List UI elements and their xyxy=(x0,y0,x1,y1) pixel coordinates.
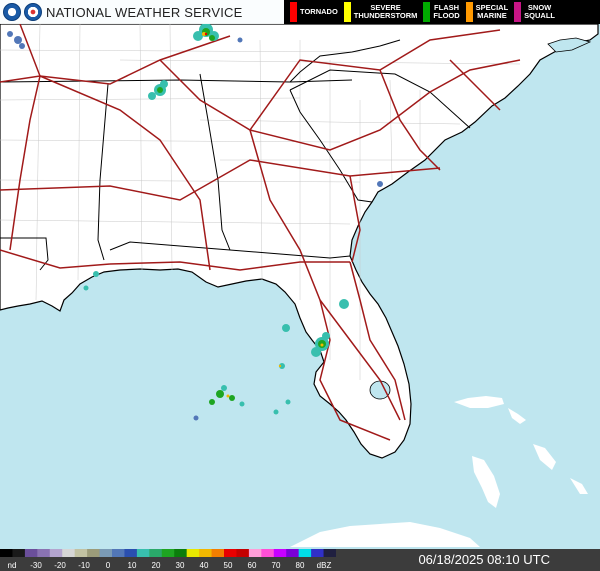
scale-label: 60 xyxy=(248,561,257,570)
scale-swatch xyxy=(136,549,150,557)
scale-swatch xyxy=(49,549,63,557)
legend-label: SPECIAL MARINE xyxy=(475,3,509,20)
legend-swatch xyxy=(343,2,351,22)
brand-area: NATIONAL WEATHER SERVICE xyxy=(0,0,284,24)
scale-swatch xyxy=(273,549,287,557)
scale-label: 0 xyxy=(106,561,111,570)
scale-swatch xyxy=(24,549,38,557)
scale-label: 80 xyxy=(296,561,305,570)
footer-bar: nd -30 -20 -10 0 10 20 30 40 50 60 70 80 dBZ 06/18/20… xyxy=(0,549,600,571)
scale-swatch xyxy=(286,549,300,557)
scale-swatch xyxy=(74,549,88,557)
scale-swatch xyxy=(0,549,13,557)
scale-swatch xyxy=(236,549,250,557)
scale-swatch xyxy=(248,549,262,557)
scale-swatch xyxy=(62,549,76,557)
scale-label: 10 xyxy=(128,561,137,570)
legend-label: FLASH FLOOD xyxy=(433,3,460,20)
scale-swatch xyxy=(199,549,213,557)
scale-label: 50 xyxy=(224,561,233,570)
scale-swatch xyxy=(174,549,188,557)
scale-swatch xyxy=(311,549,325,557)
legend-label: SNOW SQUALL xyxy=(524,3,556,20)
nws-logo-icon xyxy=(24,3,42,21)
scale-label: 70 xyxy=(272,561,281,570)
legend-swatch xyxy=(290,2,297,22)
scale-swatch xyxy=(37,549,51,557)
legend-label: SEVERE THUNDERSTORM xyxy=(353,3,418,20)
scale-label: -20 xyxy=(54,561,66,570)
legend-label: TORNADO xyxy=(300,7,338,16)
scale-swatch xyxy=(224,549,237,557)
scale-swatch xyxy=(323,549,336,557)
noaa-logo-icon xyxy=(3,3,21,21)
radar-map-view: NATIONAL WEATHER SERVICE TORNADO SEVERE T… xyxy=(0,0,600,571)
timestamp: 06/18/2025 08:10 UTC xyxy=(418,552,550,567)
lake-okeechobee xyxy=(369,380,391,400)
scale-swatch xyxy=(149,549,163,557)
legend-item: TORNADO xyxy=(290,0,338,24)
scale-label: -30 xyxy=(30,561,42,570)
scale-swatch xyxy=(112,549,125,557)
scale-swatch xyxy=(99,549,113,557)
legend-item: SEVERE THUNDERSTORM xyxy=(343,0,418,24)
scale-swatch xyxy=(87,549,101,557)
legend-swatch xyxy=(514,2,522,22)
scale-label: 40 xyxy=(200,561,209,570)
scale-label: 20 xyxy=(152,561,161,570)
legend-item: SPECIAL MARINE xyxy=(465,0,509,24)
scale-swatch xyxy=(161,549,175,557)
legend-item: SNOW SQUALL xyxy=(514,0,555,24)
warning-legend: TORNADO SEVERE THUNDERSTORM FLASH FLOOD SPE… xyxy=(284,0,600,24)
scale-swatch xyxy=(124,549,138,557)
scale-label: nd xyxy=(8,561,17,570)
scale-label: 30 xyxy=(176,561,185,570)
radar-basemap xyxy=(0,0,600,571)
scale-label: -10 xyxy=(78,561,90,570)
scale-label: dBZ xyxy=(317,561,332,570)
legend-swatch xyxy=(423,2,431,22)
legend-item: FLASH FLOOD xyxy=(423,0,460,24)
page-title: NATIONAL WEATHER SERVICE xyxy=(46,4,243,20)
legend-swatch xyxy=(465,2,473,22)
dbz-color-scale: nd -30 -20 -10 0 10 20 30 40 50 60 70 80 dBZ xyxy=(0,549,336,570)
scale-swatch xyxy=(12,549,26,557)
header-bar: NATIONAL WEATHER SERVICE TORNADO SEVERE T… xyxy=(0,0,600,24)
scale-swatch xyxy=(211,549,225,557)
scale-swatch xyxy=(261,549,275,557)
scale-swatch xyxy=(186,549,200,557)
scale-swatch xyxy=(298,549,312,557)
